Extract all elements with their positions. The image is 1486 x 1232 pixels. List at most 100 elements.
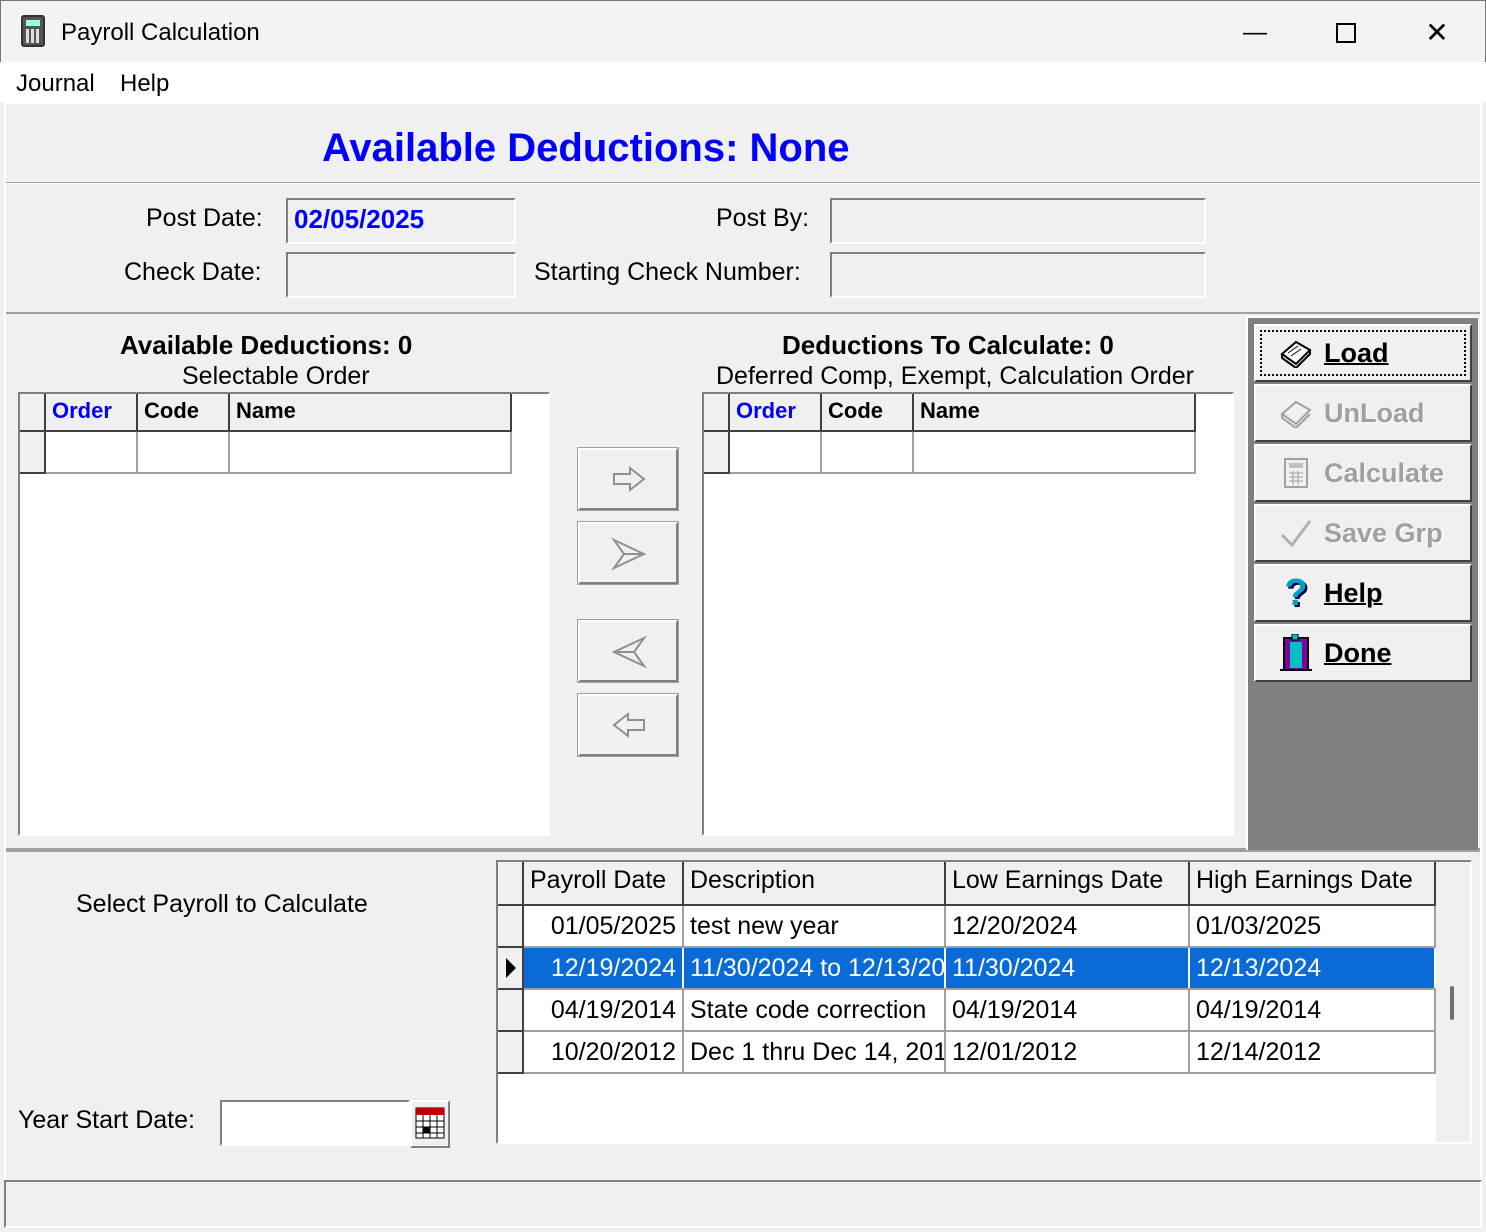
- col-code[interactable]: Code: [822, 394, 914, 432]
- calculate-label: Calculate: [1324, 457, 1445, 488]
- vertical-scrollbar[interactable]: [1438, 862, 1470, 1142]
- col-description[interactable]: Description: [684, 862, 946, 906]
- row-indicator: [704, 432, 730, 474]
- grid-corner: [704, 394, 730, 432]
- post-date-label: Post Date:: [146, 204, 263, 232]
- divider: [6, 182, 1480, 184]
- minimize-button[interactable]: —: [1225, 13, 1285, 53]
- save-group-label: Save Grp: [1324, 517, 1443, 548]
- double-arrow-left-icon: [611, 635, 648, 669]
- load-button[interactable]: Load: [1254, 324, 1472, 382]
- description-cell: State code correction: [684, 990, 946, 1030]
- low-earnings-cell: 12/20/2024: [946, 906, 1190, 946]
- table-row[interactable]: 04/19/2014 State code correction 04/19/2…: [524, 990, 1436, 1032]
- year-start-field[interactable]: [220, 1100, 410, 1146]
- starting-check-label: Starting Check Number:: [534, 258, 801, 286]
- grid-body: 01/05/2025 test new year 12/20/2024 01/0…: [498, 906, 1436, 1142]
- calculator-icon: [21, 15, 45, 47]
- low-earnings-cell: 04/19/2014: [946, 990, 1190, 1030]
- current-row-icon: [506, 958, 516, 978]
- post-by-field[interactable]: [830, 198, 1206, 244]
- post-date-field[interactable]: 02/05/2025: [286, 198, 516, 244]
- col-high-earnings-date[interactable]: High Earnings Date: [1190, 862, 1436, 906]
- arrow-right-icon: [613, 465, 646, 493]
- description-cell: Dec 1 thru Dec 14, 2012: [684, 1032, 946, 1072]
- table-row-selected[interactable]: 12/19/2024 11/30/2024 to 12/13/2024 11/3…: [524, 948, 1436, 990]
- menu-help[interactable]: Help: [120, 70, 169, 98]
- available-grid[interactable]: Order Code Name: [18, 392, 550, 836]
- menu-bar: Journal Help: [0, 62, 1486, 102]
- move-all-left-button[interactable]: [577, 619, 679, 683]
- high-earnings-cell: 04/19/2014: [1190, 990, 1436, 1030]
- row-indicator: [20, 432, 46, 474]
- status-bar: [4, 1180, 1482, 1228]
- calendar-icon: [415, 1107, 445, 1139]
- check-date-label: Check Date:: [124, 258, 262, 286]
- book-icon: [1276, 393, 1316, 433]
- unload-label: UnLoad: [1324, 397, 1425, 428]
- col-order[interactable]: Order: [46, 394, 138, 432]
- high-earnings-cell: 12/14/2012: [1190, 1032, 1436, 1072]
- scrollbar-thumb[interactable]: [1450, 986, 1454, 1020]
- col-order[interactable]: Order: [730, 394, 822, 432]
- col-name[interactable]: Name: [230, 394, 512, 432]
- check-date-field[interactable]: [286, 252, 516, 298]
- table-row[interactable]: 10/20/2012 Dec 1 thru Dec 14, 2012 12/01…: [524, 1032, 1436, 1074]
- payroll-date-cell: 12/19/2024: [524, 948, 684, 988]
- calculate-subtitle: Deferred Comp, Exempt, Calculation Order: [716, 362, 1194, 390]
- col-name[interactable]: Name: [914, 394, 1196, 432]
- payroll-grid[interactable]: Payroll Date Description Low Earnings Da…: [496, 860, 1472, 1144]
- high-earnings-cell: 12/13/2024: [1190, 948, 1436, 988]
- move-one-left-button[interactable]: [577, 693, 679, 757]
- arrow-left-icon: [612, 711, 645, 739]
- calculate-button[interactable]: Calculate: [1254, 444, 1472, 502]
- grid-corner: [20, 394, 46, 432]
- unload-button[interactable]: UnLoad: [1254, 384, 1472, 442]
- row-indicator: [498, 1032, 524, 1074]
- description-cell: test new year: [684, 906, 946, 946]
- row-indicator: [498, 990, 524, 1032]
- calculate-title: Deductions To Calculate: 0: [782, 330, 1114, 360]
- close-button[interactable]: ✕: [1407, 13, 1467, 53]
- col-code[interactable]: Code: [138, 394, 230, 432]
- done-button[interactable]: Done: [1254, 624, 1472, 682]
- move-all-right-button[interactable]: [577, 521, 679, 585]
- table-row[interactable]: 01/05/2025 test new year 12/20/2024 01/0…: [524, 906, 1436, 948]
- year-start-label: Year Start Date:: [18, 1106, 195, 1134]
- col-low-earnings-date[interactable]: Low Earnings Date: [946, 862, 1190, 906]
- payroll-date-cell: 04/19/2014: [524, 990, 684, 1030]
- empty-row[interactable]: [46, 432, 512, 474]
- select-payroll-prompt: Select Payroll to Calculate: [76, 890, 368, 918]
- starting-check-field[interactable]: [830, 252, 1206, 298]
- page-title: Available Deductions: None: [322, 126, 850, 170]
- maximize-button[interactable]: [1315, 13, 1375, 53]
- question-icon: ?: [1284, 571, 1308, 614]
- empty-row[interactable]: [730, 432, 1196, 474]
- done-label: Done: [1324, 637, 1392, 668]
- description-cell: 11/30/2024 to 12/13/2024: [684, 948, 946, 988]
- window-title: Payroll Calculation: [61, 19, 260, 46]
- row-indicator: [498, 906, 524, 948]
- available-subtitle: Selectable Order: [182, 362, 370, 390]
- col-payroll-date[interactable]: Payroll Date: [524, 862, 684, 906]
- checkmark-icon: [1276, 513, 1316, 553]
- calculate-grid[interactable]: Order Code Name: [702, 392, 1234, 836]
- row-indicator-current: [498, 948, 524, 990]
- low-earnings-cell: 11/30/2024: [946, 948, 1190, 988]
- title-bar: Payroll Calculation — ✕: [0, 0, 1486, 62]
- payroll-date-cell: 01/05/2025: [524, 906, 684, 946]
- save-group-button[interactable]: Save Grp: [1254, 504, 1472, 562]
- double-arrow-right-icon: [610, 537, 647, 571]
- help-button[interactable]: ? Help: [1254, 564, 1472, 622]
- menu-journal[interactable]: Journal: [16, 70, 95, 98]
- calendar-button[interactable]: [410, 1100, 450, 1148]
- calculator-icon: [1276, 453, 1316, 493]
- book-icon: [1276, 333, 1316, 373]
- help-label: Help: [1324, 577, 1383, 608]
- button-panel: Load UnLoad Calculate Save Grp ? Help Do…: [1246, 316, 1478, 850]
- grid-corner: [498, 862, 524, 906]
- high-earnings-cell: 01/03/2025: [1190, 906, 1436, 946]
- available-title: Available Deductions: 0: [120, 330, 413, 360]
- payroll-date-cell: 10/20/2012: [524, 1032, 684, 1072]
- move-one-right-button[interactable]: [577, 447, 679, 511]
